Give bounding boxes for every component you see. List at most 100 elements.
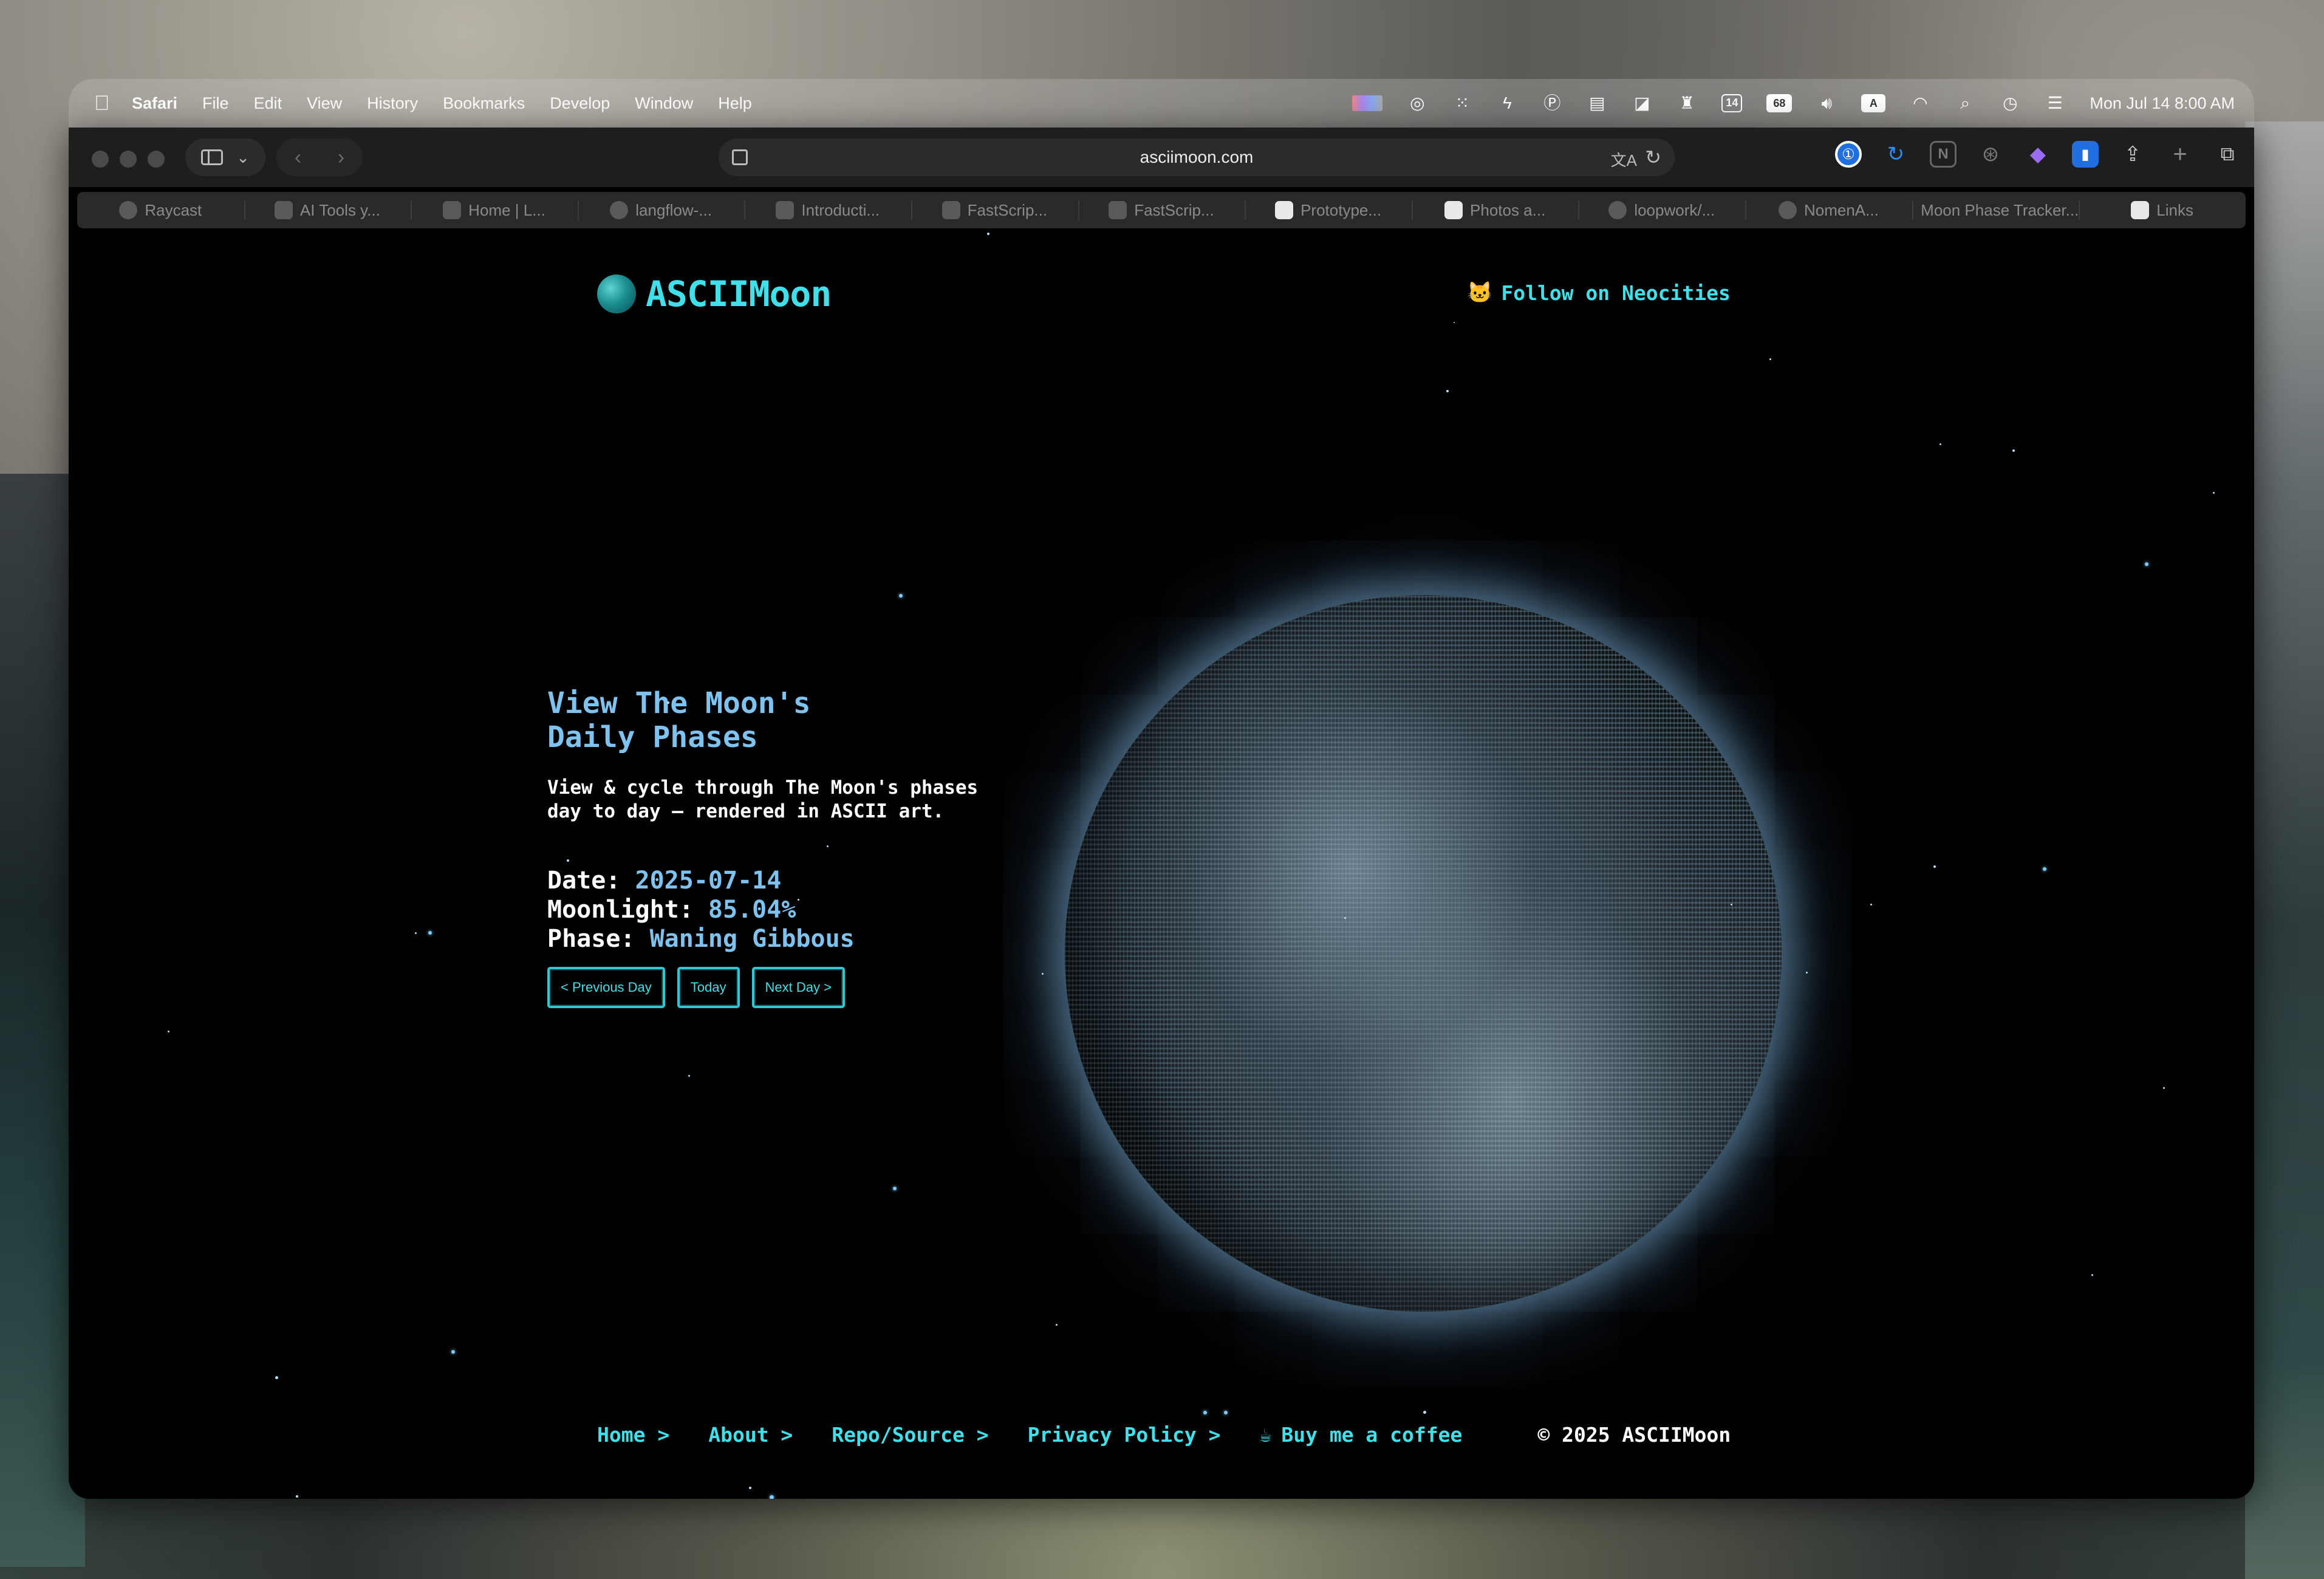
address-bar[interactable]: asciimoon.com 文A ↻ [719,138,1675,176]
star [1933,865,1936,868]
menu-window[interactable]: Window [635,94,693,113]
menu-develop[interactable]: Develop [550,94,610,113]
star [415,932,417,934]
tab-label: Links [2156,200,2193,219]
browser-tab[interactable]: langflow-... [577,192,745,228]
browser-tab[interactable]: NomenA... [1745,192,1912,228]
menu-file[interactable]: File [202,94,229,113]
follow-label[interactable]: Follow on Neocities [1501,281,1731,305]
new-tab-icon[interactable]: + [2167,141,2193,168]
page-description: View & cycle through The Moon's phases d… [547,777,979,822]
p-circle-icon[interactable]: Ⓟ [1542,94,1562,112]
robot-icon[interactable]: ♜ [1676,94,1697,112]
buy-coffee-label[interactable]: Buy me a coffee [1281,1423,1462,1447]
translate-icon[interactable]: 文A [1611,148,1637,171]
menu-bookmarks[interactable]: Bookmarks [443,94,525,113]
tab-bar: Raycast AI Tools y... Home | L... langflow-… [77,192,2246,228]
checkmark-circle-icon[interactable]: ◎ [1407,94,1427,112]
url-text[interactable]: asciimoon.com [1140,148,1254,167]
notion-icon[interactable]: N [1930,141,1957,168]
menu-view[interactable]: View [307,94,342,113]
site-logo[interactable]: ASCIIMoon [597,273,832,315]
browser-window: ⌄ ‹ › asciimoon.com 文A ↻ ① ↻ N ⊛ ◆ ▮ ⇪ +… [69,128,2254,1499]
menu-history[interactable]: History [367,94,418,113]
color-bars-icon[interactable] [1352,95,1383,111]
next-day-button[interactable]: Next Day > [751,967,845,1008]
wifi-icon[interactable]: ◠ [1910,94,1930,112]
browser-tab[interactable]: FastScrip... [1078,192,1245,228]
bolt-icon[interactable]: ϟ [1497,94,1517,112]
footer-home-link[interactable]: Home > [597,1423,669,1447]
follow-neocities-link[interactable]: 🐱 Follow on Neocities [1467,281,1731,305]
site-title[interactable]: ASCIIMoon [646,273,832,315]
time-machine-icon[interactable]: ◷ [2000,94,2020,112]
tag-icon[interactable]: ◪ [1632,94,1652,112]
today-button[interactable]: Today [677,967,740,1008]
star [1056,1324,1058,1326]
menu-help[interactable]: Help [718,94,752,113]
spotlight-search-icon[interactable]: ⌕ [1955,94,1975,112]
star [1769,358,1771,360]
apple-menu-icon[interactable]:  [94,92,115,114]
star [1344,917,1346,919]
ai-assistant-icon[interactable]: ⊛ [1977,141,2004,168]
password-manager-icon[interactable]: ① [1835,141,1862,168]
tab-label: FastScrip... [1134,200,1214,219]
star [899,594,903,598]
browser-tab[interactable]: Raycast [77,192,244,228]
menu-list-icon[interactable]: ▤ [1587,94,1607,112]
browser-tab[interactable]: Photos a... [1411,192,1579,228]
footer-privacy-link[interactable]: Privacy Policy > [1028,1423,1221,1447]
phase-value: Waning Gibbous [649,925,855,953]
chevron-down-icon[interactable]: ⌄ [236,148,250,167]
previous-day-button[interactable]: < Previous Day [547,967,665,1008]
star [1731,904,1732,905]
footer-repo-link[interactable]: Repo/Source > [832,1423,988,1447]
forward-button[interactable]: › [338,146,344,169]
browser-tab[interactable]: FastScrip... [911,192,1078,228]
tools-icon [776,201,795,219]
browser-tab[interactable]: AI Tools y... [244,192,411,228]
reload-icon[interactable]: ↻ [1645,146,1661,169]
menubar:  Safari File Edit View History Bookmark… [69,79,2254,128]
site-icon [443,201,462,219]
calendar-icon[interactable]: 14 [1721,94,1743,112]
browser-tab[interactable]: loopwork/... [1578,192,1745,228]
star [1224,1411,1228,1414]
sidebar-toggle-button[interactable]: ⌄ [185,138,265,176]
browser-tab[interactable]: Links [2079,192,2246,228]
link-icon [2131,201,2150,219]
sync-extension-icon[interactable]: ↻ [1882,141,1909,168]
share-icon[interactable]: ⇪ [2119,141,2146,168]
star [653,878,655,880]
crystal-extension-icon[interactable]: ◆ [2025,141,2051,168]
moon-stats: Date: 2025-07-14 Moonlight: 85.04% Phase… [547,866,1033,953]
browser-tab[interactable]: Introducti... [744,192,911,228]
input-source-icon[interactable]: A [1861,94,1886,112]
battery-icon[interactable]: 68 [1766,94,1793,112]
tab-overview-icon[interactable]: ⧉ [2214,141,2241,168]
star [893,1187,897,1190]
minimize-window-button[interactable] [120,151,137,168]
browser-tab[interactable]: Moon Phase Tracker... [1912,192,2079,228]
browser-tab[interactable]: Prototype... [1245,192,1412,228]
menu-edit[interactable]: Edit [254,94,282,113]
star [987,233,989,235]
star [2163,1087,2165,1089]
buy-coffee-link[interactable]: ☕ Buy me a coffee [1259,1423,1462,1447]
grid-dots-icon[interactable]: ⁙ [1452,94,1472,112]
tab-label: AI Tools y... [299,200,380,219]
volume-icon[interactable]: 🔊︎ [1816,94,1837,112]
zoom-window-button[interactable] [148,151,165,168]
page-menu-icon[interactable] [732,149,748,165]
menu-app-name[interactable]: Safari [132,94,177,113]
star [688,1075,690,1077]
back-button[interactable]: ‹ [295,146,301,169]
tab-label: NomenA... [1803,200,1879,219]
close-window-button[interactable] [92,151,109,168]
bookmark-extension-icon[interactable]: ▮ [2072,141,2099,168]
control-center-icon[interactable]: ☰ [2045,94,2065,112]
browser-tab[interactable]: Home | L... [411,192,578,228]
footer-about-link[interactable]: About > [708,1423,793,1447]
menubar-clock[interactable]: Mon Jul 14 8:00 AM [2090,94,2235,113]
